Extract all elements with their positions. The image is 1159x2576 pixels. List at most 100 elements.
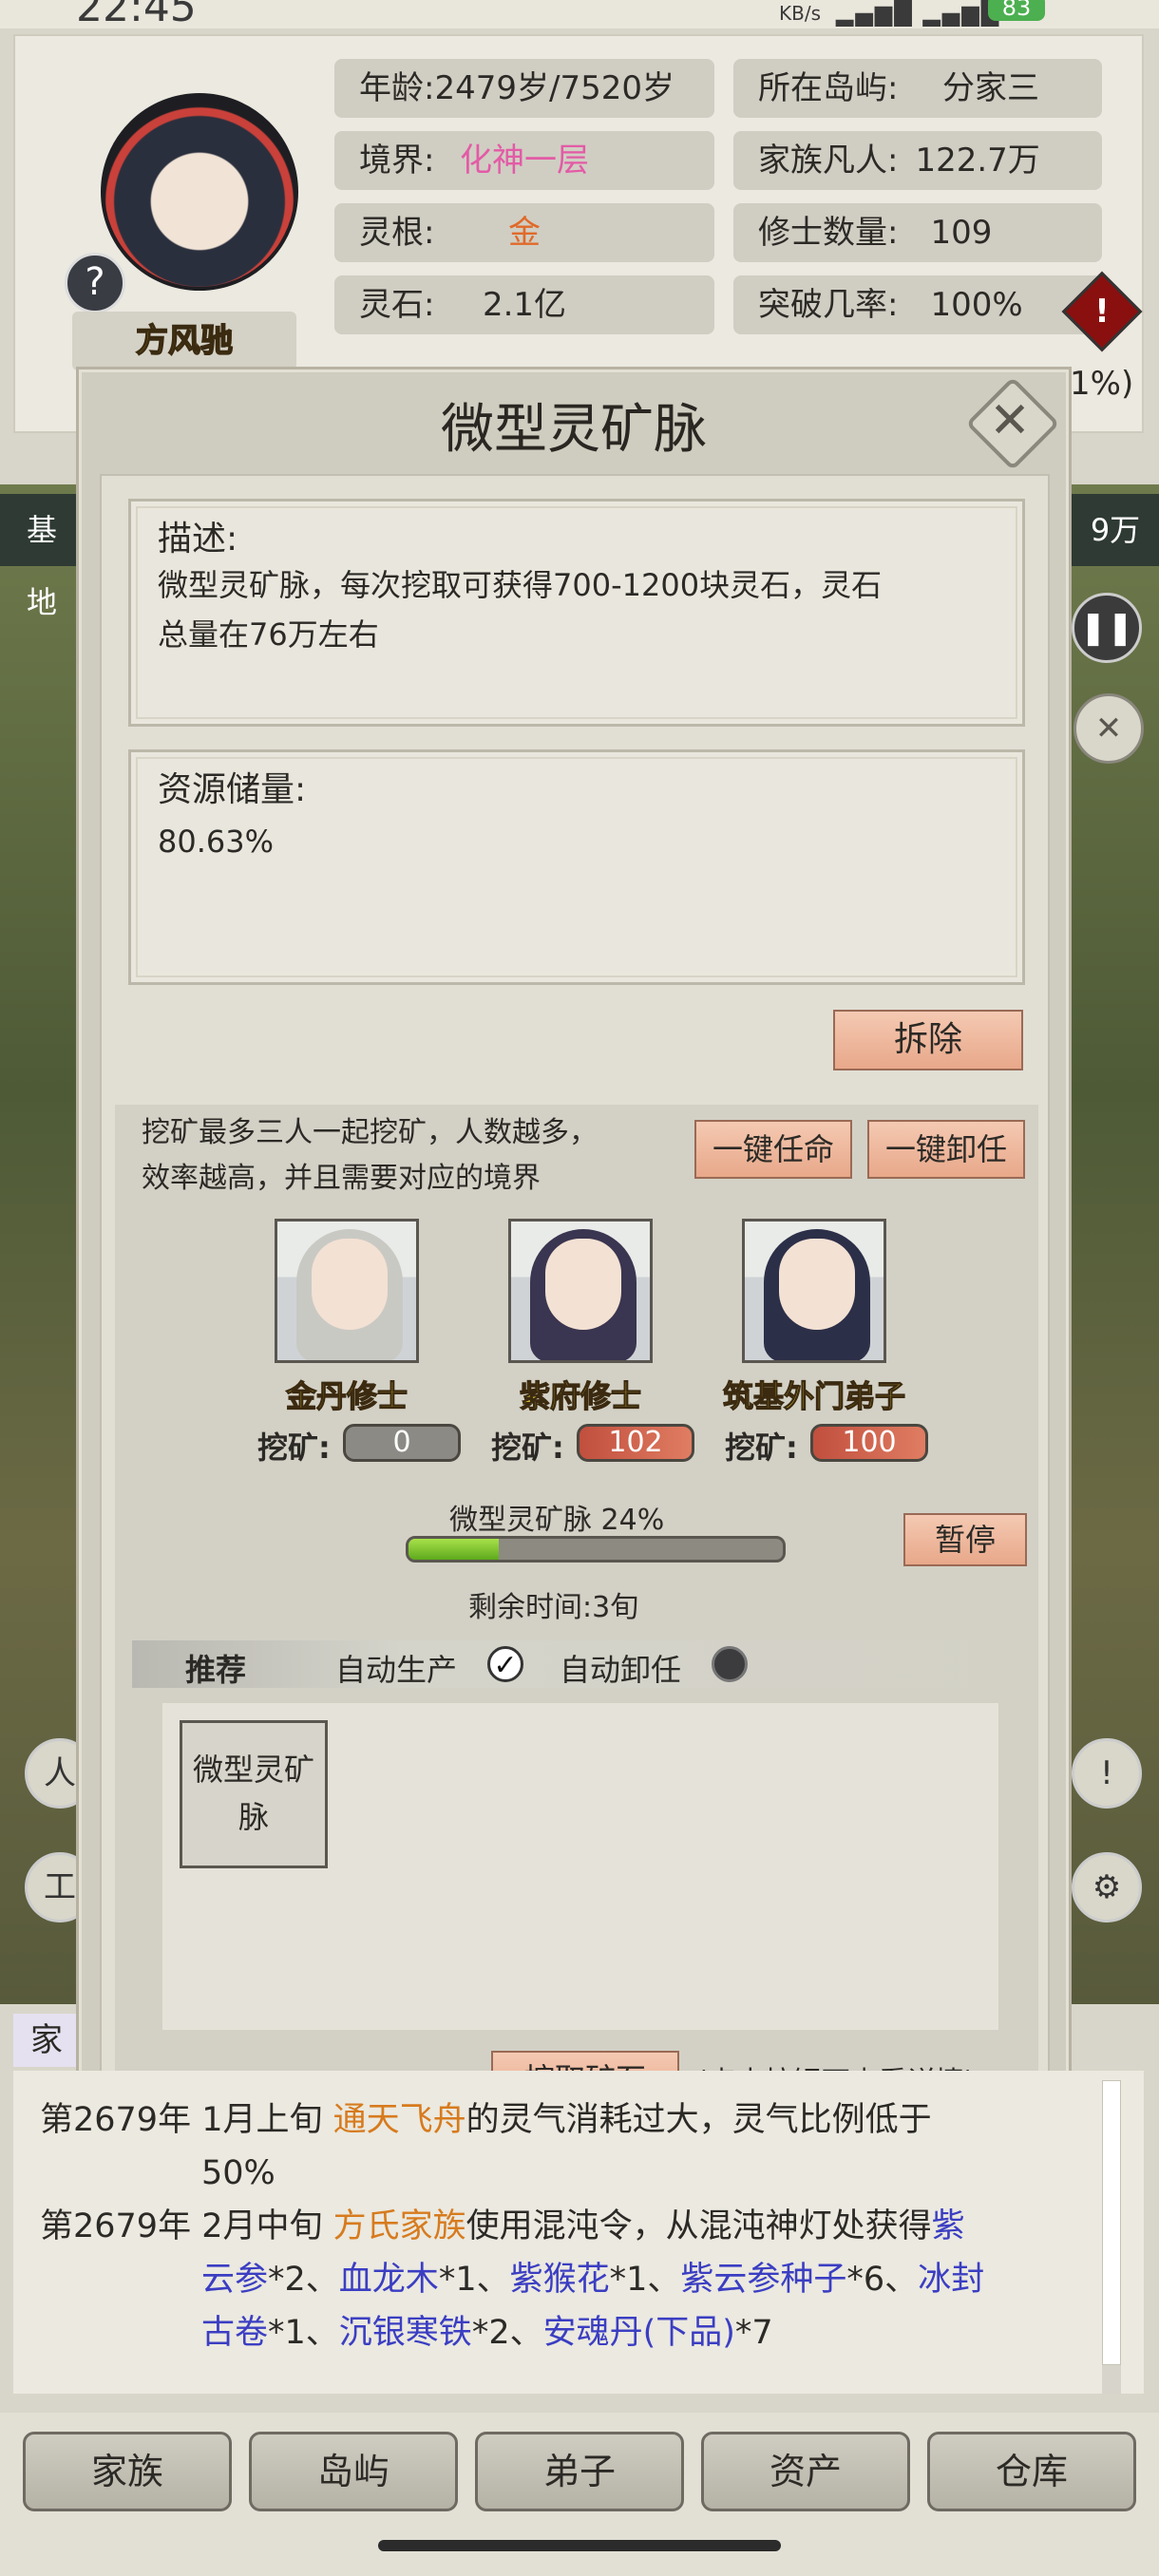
log-item[interactable]: 紫云参种子 bbox=[680, 2261, 846, 2299]
worker-title-3: 筑基外门弟子 bbox=[722, 1377, 905, 1414]
description-line-1: 微型灵矿脉，每次挖取可获得700-1200块灵石，灵石 bbox=[158, 567, 883, 603]
log-item[interactable]: 冰封 bbox=[918, 2261, 984, 2299]
close-icon: ✕ bbox=[989, 392, 1031, 449]
worker-title-1: 金丹修士 bbox=[285, 1377, 408, 1414]
log-item[interactable]: 云参 bbox=[201, 2261, 268, 2299]
cultivators-label: 修士数量: bbox=[758, 214, 899, 252]
worker-title-2: 紫府修士 bbox=[519, 1377, 641, 1414]
nav-disciples[interactable]: 弟子 bbox=[475, 2432, 684, 2511]
family-tab[interactable]: 家 bbox=[13, 2014, 80, 2067]
age-stat: 年龄:2479岁/7520岁 bbox=[334, 59, 714, 118]
home-indicator bbox=[378, 2540, 781, 2551]
mining-section: 挖矿最多三人一起挖矿，人数越多， 效率越高，并且需要对应的境界 一键任命 一键卸… bbox=[115, 1105, 1038, 2112]
log-item[interactable]: 紫猴花 bbox=[510, 2261, 610, 2299]
log-count: *1、 bbox=[438, 2261, 510, 2299]
breakthrough-stat: 突破几率: 100% bbox=[733, 275, 1102, 334]
log-count: *2、 bbox=[268, 2261, 339, 2299]
island-value: 分家三 bbox=[942, 69, 1039, 107]
recommend-list: 微型灵矿 脉 bbox=[162, 1703, 998, 2030]
battery-icon: 83 bbox=[988, 0, 1045, 21]
log-time: 2月中旬 bbox=[201, 2207, 323, 2245]
scrollbar-thumb[interactable] bbox=[1102, 2080, 1121, 2365]
log-line-2-cont: 云参*2、血龙木*1、紫猴花*1、紫云参种子*6、冰封 bbox=[201, 2253, 984, 2306]
base-label: 基地 bbox=[0, 494, 76, 620]
log-text: 使用混沌令，从混沌神灯处获得 bbox=[466, 2207, 932, 2245]
dismiss-all-button[interactable]: 一键卸任 bbox=[867, 1120, 1025, 1179]
resource-label-right: 9万 bbox=[1072, 494, 1159, 566]
avatar[interactable] bbox=[101, 93, 298, 291]
auto-produce-checkbox[interactable]: ✓ bbox=[487, 1646, 523, 1682]
log-item[interactable]: 沉银寒铁 bbox=[339, 2314, 472, 2352]
help-icon[interactable]: ? bbox=[65, 253, 125, 313]
log-item[interactable]: 紫 bbox=[932, 2207, 965, 2245]
close-icon[interactable]: ✕ bbox=[1074, 693, 1144, 764]
auto-produce-label: 自动生产 bbox=[335, 1652, 458, 1688]
log-time: 第2679年 1月上旬 bbox=[40, 2101, 323, 2139]
auto-dismiss-toggle[interactable] bbox=[712, 1646, 748, 1682]
nav-warehouse[interactable]: 仓库 bbox=[927, 2432, 1136, 2511]
mine-detail-dialog: 微型灵矿脉 ✕ 描述: 微型灵矿脉，每次挖取可获得700-1200块灵石，灵石 … bbox=[76, 367, 1072, 2154]
breakthrough-value: 100% bbox=[930, 286, 1023, 324]
reserve-box: 资源储量: 80.63% bbox=[128, 749, 1025, 985]
log-scrollbar[interactable] bbox=[1102, 2080, 1121, 2394]
log-line-1-cont: 50% bbox=[201, 2154, 276, 2192]
recommend-item[interactable]: 微型灵矿 脉 bbox=[180, 1720, 328, 1868]
pause-button[interactable]: 暂停 bbox=[903, 1513, 1027, 1566]
log-item[interactable]: 古卷 bbox=[201, 2314, 268, 2352]
mining-label-2: 挖矿: bbox=[491, 1430, 564, 1466]
bottom-nav: 家族 岛屿 弟子 资产 仓库 bbox=[0, 2413, 1159, 2576]
log-item[interactable]: 血龙木 bbox=[339, 2261, 439, 2299]
worker-portrait-3[interactable] bbox=[742, 1219, 886, 1363]
recommend-tab[interactable]: 推荐 bbox=[185, 1646, 246, 1690]
notice-icon[interactable]: ! bbox=[1072, 1738, 1142, 1809]
log-line-2: 第2679年 2月中旬 方氏家族使用混沌令，从混沌神灯处获得紫 bbox=[40, 2200, 1094, 2253]
character-name: 方风驰 bbox=[72, 312, 296, 370]
close-button[interactable]: ✕ bbox=[965, 376, 1060, 471]
breakthrough-label: 突破几率: bbox=[758, 286, 899, 324]
recommend-item-line-2: 脉 bbox=[238, 1799, 269, 1835]
age-label: 年龄: bbox=[359, 69, 435, 107]
mortals-stat: 家族凡人: 122.7万 bbox=[733, 131, 1102, 190]
mining-value-1: 0 bbox=[343, 1424, 461, 1462]
mortals-label: 家族凡人: bbox=[758, 142, 899, 180]
description-line-2: 总量在76万左右 bbox=[158, 616, 379, 653]
log-count: *1、 bbox=[268, 2314, 339, 2352]
log-count: *2、 bbox=[471, 2314, 543, 2352]
mining-label-3: 挖矿: bbox=[725, 1430, 798, 1466]
auto-dismiss-label: 自动卸任 bbox=[560, 1652, 682, 1688]
mortals-value: 122.7万 bbox=[915, 142, 1040, 180]
log-item[interactable]: 安魂丹(下品) bbox=[543, 2314, 735, 2352]
mining-value-3: 100 bbox=[810, 1424, 928, 1462]
log-time: 第2679年 bbox=[40, 2207, 192, 2245]
nav-assets[interactable]: 资产 bbox=[701, 2432, 910, 2511]
recommend-item-line-1: 微型灵矿 bbox=[192, 1752, 314, 1788]
event-log: 第2679年 1月上旬 通天飞舟的灵气消耗过大，灵气比例低于 50% 第2679… bbox=[13, 2071, 1144, 2394]
nav-family[interactable]: 家族 bbox=[23, 2432, 232, 2511]
worker-portrait-1[interactable] bbox=[275, 1219, 419, 1363]
reserve-value: 80.63% bbox=[158, 824, 275, 860]
demolish-button[interactable]: 拆除 bbox=[833, 1010, 1023, 1070]
mining-info: 挖矿最多三人一起挖矿，人数越多， 效率越高，并且需要对应的境界 bbox=[142, 1110, 598, 1202]
appoint-all-button[interactable]: 一键任命 bbox=[694, 1120, 852, 1179]
nav-islands[interactable]: 岛屿 bbox=[249, 2432, 458, 2511]
pause-game-icon[interactable]: ❚❚ bbox=[1072, 593, 1142, 663]
settings-gear-icon[interactable]: ⚙ bbox=[1072, 1852, 1142, 1923]
cultivators-value: 109 bbox=[930, 214, 993, 252]
spirit-stones-value: 2.1亿 bbox=[482, 286, 567, 324]
log-count: *1、 bbox=[609, 2261, 681, 2299]
worker-portrait-2[interactable] bbox=[508, 1219, 653, 1363]
log-item[interactable]: 通天飞舟 bbox=[333, 2101, 466, 2139]
cultivators-stat: 修士数量: 109 bbox=[733, 203, 1102, 262]
dialog-title: 微型灵矿脉 bbox=[441, 399, 707, 461]
spirit-stones-stat: 灵石: 2.1亿 bbox=[334, 275, 714, 334]
mining-label-1: 挖矿: bbox=[257, 1430, 331, 1466]
realm-stat: 境界: 化神一层 bbox=[334, 131, 714, 190]
progress-bar bbox=[406, 1536, 786, 1563]
island-label: 所在岛屿: bbox=[758, 69, 899, 107]
realm-value: 化神一层 bbox=[460, 142, 589, 180]
age-value: 2479岁/7520岁 bbox=[434, 69, 674, 107]
log-family[interactable]: 方氏家族 bbox=[333, 2207, 466, 2245]
log-line-2-cont-2: 古卷*1、沉银寒铁*2、安魂丹(下品)*7 bbox=[201, 2306, 773, 2359]
reserve-title: 资源储量: bbox=[158, 770, 307, 809]
mining-value-2: 102 bbox=[577, 1424, 694, 1462]
